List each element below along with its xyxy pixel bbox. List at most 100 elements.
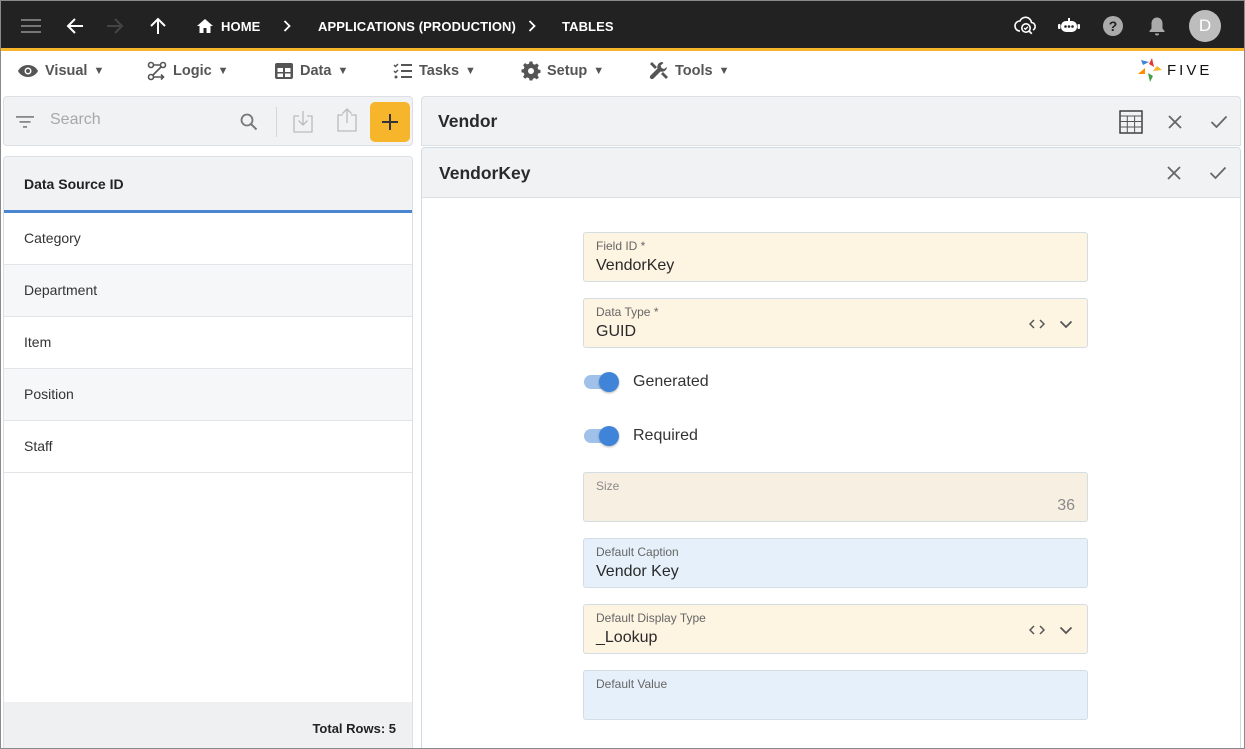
field-value: GUID: [596, 323, 636, 340]
menu-label: Visual: [45, 63, 88, 79]
total-rows: Total Rows: 5: [312, 721, 396, 736]
forward-arrow-icon[interactable]: [100, 11, 130, 41]
list-item-label: Category: [24, 230, 81, 246]
check-icon[interactable]: [1203, 158, 1233, 188]
export-icon[interactable]: [334, 106, 360, 134]
logo-text: FIVE: [1167, 61, 1213, 79]
bell-icon[interactable]: [1142, 11, 1172, 41]
chevron-down-icon[interactable]: [1055, 314, 1077, 334]
field-value: VendorKey: [596, 257, 675, 274]
toggle-label: Required: [633, 427, 698, 444]
form-title: VendorKey: [439, 163, 531, 183]
caret-down-icon: ▼: [337, 65, 349, 77]
field-label: Size: [596, 479, 620, 493]
table-grid-icon: [275, 63, 293, 79]
size-input: Size 36: [583, 472, 1088, 522]
list-item-label: Department: [24, 282, 98, 298]
column-header-label: Data Source ID: [24, 176, 124, 192]
checklist-icon: [393, 63, 412, 79]
menu-data[interactable]: Data ▼: [274, 58, 348, 84]
field-label: Default Value: [596, 677, 668, 691]
data-source-list: Data Source ID Category Department Item …: [3, 156, 413, 748]
search-bar: Search: [3, 96, 413, 146]
field-label: Data Type *: [596, 305, 659, 319]
field-value: Vendor Key: [596, 563, 679, 580]
menu-logic[interactable]: Logic ▼: [147, 58, 229, 84]
form-header: VendorKey: [422, 148, 1240, 198]
menu-label: Tasks: [419, 63, 460, 79]
column-header[interactable]: Data Source ID: [4, 157, 412, 213]
caret-down-icon: ▼: [465, 65, 476, 77]
menu-label: Logic: [173, 63, 212, 79]
generated-toggle[interactable]: Generated: [583, 370, 709, 394]
chatbot-icon[interactable]: [1054, 11, 1084, 41]
menu-tasks[interactable]: Tasks ▼: [393, 58, 476, 84]
list-item-label: Position: [24, 386, 74, 402]
list-item-label: Item: [24, 334, 52, 350]
list-item[interactable]: Staff: [4, 421, 412, 473]
default-caption-input[interactable]: Default Caption Vendor Key: [583, 538, 1088, 588]
app-window: HOME APPLICATIONS (PRODUCTION) TABLES ? …: [0, 0, 1245, 749]
tools-icon: [649, 62, 668, 80]
search-input[interactable]: Search: [50, 111, 101, 129]
caret-down-icon: ▼: [718, 65, 730, 77]
breadcrumb-label: APPLICATIONS (PRODUCTION): [318, 18, 516, 34]
default-display-type-select[interactable]: Default Display Type _Lookup: [583, 604, 1088, 654]
record-header: Vendor: [421, 96, 1241, 146]
filter-icon[interactable]: [14, 111, 36, 133]
caret-down-icon: ▼: [593, 65, 605, 77]
menu-label: Setup: [547, 63, 588, 79]
back-arrow-icon[interactable]: [60, 11, 90, 41]
menu-tools[interactable]: Tools ▼: [649, 58, 729, 84]
breadcrumb-label: HOME: [221, 18, 261, 34]
default-value-input[interactable]: Default Value: [583, 670, 1088, 720]
chevron-down-icon[interactable]: [1055, 620, 1077, 640]
menu-visual[interactable]: Visual ▼: [17, 58, 104, 84]
up-arrow-icon[interactable]: [143, 11, 173, 41]
add-button[interactable]: [370, 102, 410, 142]
logic-flow-icon: [147, 61, 167, 81]
field-form: VendorKey Field ID * VendorKey Data Type…: [421, 147, 1241, 748]
list-item-label: Staff: [24, 438, 53, 454]
caret-down-icon: ▼: [93, 65, 105, 77]
menu-setup[interactable]: Setup ▼: [521, 58, 604, 84]
plus-icon: [382, 114, 398, 130]
code-icon[interactable]: [1026, 314, 1048, 334]
breadcrumb-home[interactable]: HOME: [196, 1, 260, 51]
toggle-switch[interactable]: [583, 424, 621, 448]
list-item[interactable]: Item: [4, 317, 412, 369]
list-item[interactable]: Category: [4, 213, 412, 265]
toggle-switch[interactable]: [583, 370, 621, 394]
home-icon: [197, 19, 213, 33]
import-icon[interactable]: [290, 108, 316, 136]
code-icon[interactable]: [1026, 620, 1048, 640]
field-value: _Lookup: [596, 629, 658, 646]
breadcrumb-tables[interactable]: TABLES: [562, 1, 614, 51]
list-footer: Total Rows: 5: [4, 702, 412, 748]
divider: [276, 107, 277, 137]
close-icon[interactable]: [1160, 107, 1190, 137]
list-item[interactable]: Department: [4, 265, 412, 317]
field-label: Field ID *: [596, 239, 646, 253]
menu-icon[interactable]: [16, 11, 46, 41]
help-icon[interactable]: ?: [1098, 11, 1128, 41]
field-label: Default Caption: [596, 545, 679, 559]
search-icon[interactable]: [237, 110, 261, 134]
cloud-check-icon[interactable]: [1011, 11, 1041, 41]
grid-view-icon[interactable]: [1116, 107, 1146, 137]
avatar[interactable]: D: [1189, 10, 1221, 42]
check-icon[interactable]: [1204, 107, 1234, 137]
close-icon[interactable]: [1159, 158, 1189, 188]
field-id-input[interactable]: Field ID * VendorKey: [583, 232, 1088, 282]
breadcrumb-applications[interactable]: APPLICATIONS (PRODUCTION): [318, 1, 516, 51]
svg-text:?: ?: [1109, 18, 1118, 34]
five-logo: FIVE: [1137, 56, 1212, 84]
data-type-select[interactable]: Data Type * GUID: [583, 298, 1088, 348]
caret-down-icon: ▼: [217, 65, 229, 77]
eye-icon: [18, 65, 38, 77]
field-value: 36: [1057, 497, 1075, 514]
list-item[interactable]: Position: [4, 369, 412, 421]
menu-label: Data: [300, 63, 332, 79]
breadcrumb-label: TABLES: [562, 18, 614, 34]
required-toggle[interactable]: Required: [583, 424, 698, 448]
